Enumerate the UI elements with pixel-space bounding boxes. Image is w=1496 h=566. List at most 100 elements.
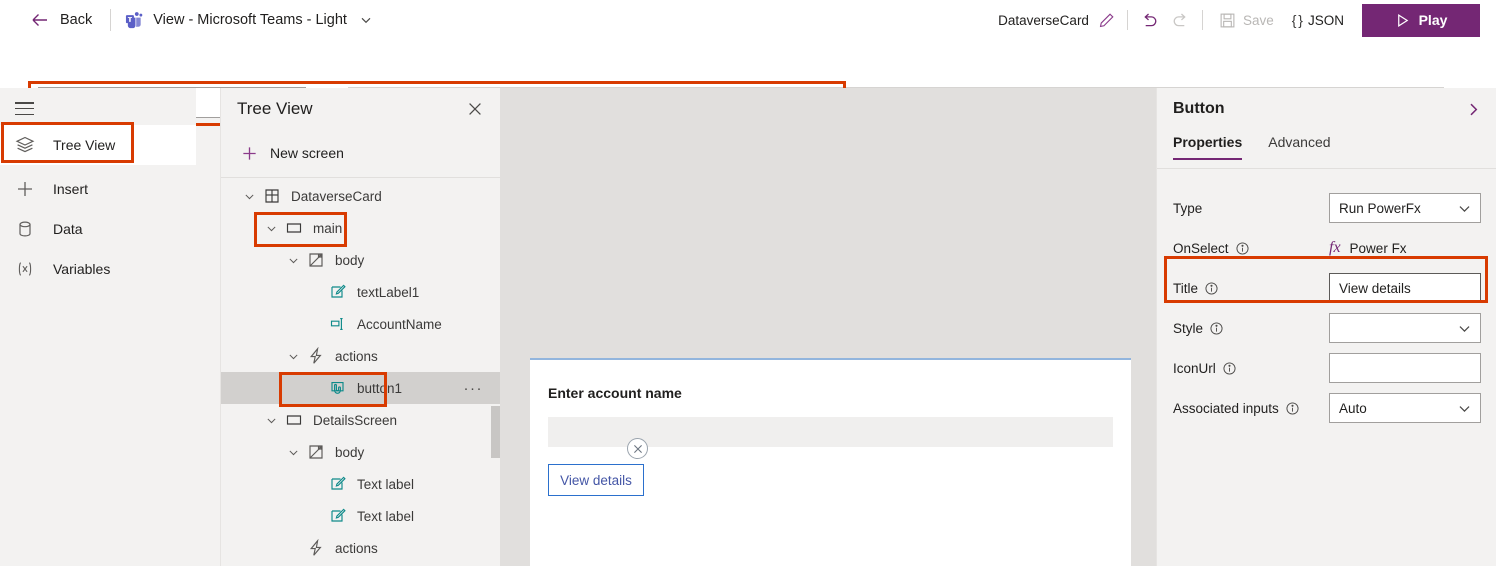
property-dropdown[interactable]: Run PowerFx [1329,193,1481,223]
tree-node-label: AccountName [357,316,442,332]
save-button[interactable]: Save [1219,12,1274,29]
tree-node-accountname[interactable]: AccountName [221,308,501,340]
chevron-down-icon[interactable] [261,412,281,428]
tree-node-detailsscreen[interactable]: DetailsScreen [221,404,501,436]
tab-properties[interactable]: Properties [1173,134,1243,160]
pencil-icon[interactable] [1098,12,1115,29]
card-icon [265,189,279,203]
chevron-down-icon [361,17,371,24]
property-label-text: IconUrl [1173,360,1216,376]
save-label: Save [1242,12,1274,28]
plus-icon [243,146,256,160]
tree-divider [221,177,501,178]
actions-icon [309,347,322,364]
hamburger-menu-icon[interactable] [15,102,34,115]
play-label: Play [1418,12,1448,28]
property-value: Auto [1339,400,1367,416]
delete-handle-button[interactable] [627,438,648,459]
back-button[interactable]: Back [30,10,92,30]
tree-node-label: actions [335,540,378,556]
sidebar-item-tree-view[interactable]: Tree View [0,125,196,165]
info-icon[interactable] [1205,281,1218,295]
info-icon[interactable] [1286,401,1299,415]
tree-node-label: actions [335,348,378,364]
app-title: View - Microsoft Teams - Light [153,12,347,28]
info-icon[interactable] [1223,361,1236,375]
app-title-dropdown[interactable]: View - Microsoft Teams - Light [125,11,372,30]
textlabel-icon [331,508,346,522]
tree-node-button1[interactable]: button1 ··· [221,372,501,404]
json-label: JSON [1307,12,1344,28]
property-dropdown[interactable]: Auto [1329,393,1481,423]
tree-node-body[interactable]: body [221,244,501,276]
chevron-down-icon[interactable] [283,348,303,364]
property-dropdown[interactable] [1329,313,1481,343]
tree-node-list: DataverseCard main body textLabel1 AccountNa… [221,180,501,566]
close-icon[interactable] [467,101,483,117]
tree-node-dataversecard[interactable]: DataverseCard [221,180,501,212]
toolbar-divider [110,9,112,31]
properties-panel: Button Properties Advanced Type Run Power… [1156,88,1496,566]
textlabel-icon [331,284,346,298]
card-text-label: Enter account name [548,385,682,401]
chevron-down-icon [1459,405,1470,412]
tree-node-overflow-button[interactable]: ··· [464,380,484,397]
tree-node-label: Text label [357,476,415,492]
twisty-spacer [305,508,325,524]
twisty-spacer [305,380,325,396]
property-row-type: Type Run PowerFx [1157,188,1496,228]
property-value: Run PowerFx [1339,200,1421,216]
twisty-spacer [305,476,325,492]
play-button[interactable]: Play [1362,3,1480,37]
sidebar-item-variables[interactable]: Variables [0,249,196,289]
undo-icon[interactable] [1140,11,1159,30]
tree-node-label: body [335,444,365,460]
tree-node-text-label[interactable]: Text label [221,500,501,532]
tree-node-actions[interactable]: actions [221,340,501,372]
json-button[interactable]: { } JSON [1292,12,1344,28]
property-label: Title [1173,281,1218,296]
tree-node-body[interactable]: body [221,436,501,468]
tree-node-text-label[interactable]: Text label [221,468,501,500]
info-icon[interactable] [1210,321,1223,335]
card-preview: Enter account name View details [530,358,1131,566]
back-arrow-icon [32,14,47,26]
chevron-down-icon[interactable] [261,220,281,236]
redo-icon[interactable] [1171,11,1190,30]
card-button-label: View details [560,472,632,488]
button-icon [331,382,344,394]
tree-scrollbar[interactable] [491,406,500,458]
chevron-down-icon[interactable] [283,444,303,460]
property-text-input[interactable] [1329,353,1481,383]
property-row-onselect: OnSelect fx Power Fx [1157,228,1496,268]
properties-header: Button [1157,88,1496,130]
property-label-text: Title [1173,280,1199,296]
tab-advanced[interactable]: Advanced [1268,134,1330,160]
plus-icon [18,182,32,196]
tree-node-actions[interactable]: actions [221,532,501,564]
property-value: Power Fx [1349,240,1407,256]
body-icon [309,253,323,267]
new-screen-button[interactable]: New screen [221,136,501,170]
chevron-down-icon[interactable] [239,188,259,204]
tree-node-main[interactable]: main [221,212,501,244]
textlabel-icon [331,476,346,490]
tree-node-textlabel1[interactable]: textLabel1 [221,276,501,308]
variables-icon [18,262,32,276]
tree-view-panel: Tree View New screen DataverseCard main bo… [220,88,501,566]
chevron-down-icon[interactable] [283,252,303,268]
property-formula-link[interactable]: fx Power Fx [1329,239,1407,257]
info-icon[interactable] [1235,241,1249,255]
twisty-spacer [283,540,303,556]
sidebar-item-insert[interactable]: Insert [0,169,196,209]
toolbar-divider [1201,10,1203,30]
sidebar-item-data[interactable]: Data [0,209,196,249]
chevron-right-icon[interactable] [1466,102,1481,117]
card-view-details-button[interactable]: View details [548,464,644,496]
property-row-style: Style [1157,308,1496,348]
left-rail: Tree View Insert Data Variables [0,88,196,566]
property-label-text: Associated inputs [1173,400,1279,416]
twisty-spacer [305,284,325,300]
screen-icon [286,223,302,233]
property-text-input[interactable]: View details [1329,273,1481,303]
